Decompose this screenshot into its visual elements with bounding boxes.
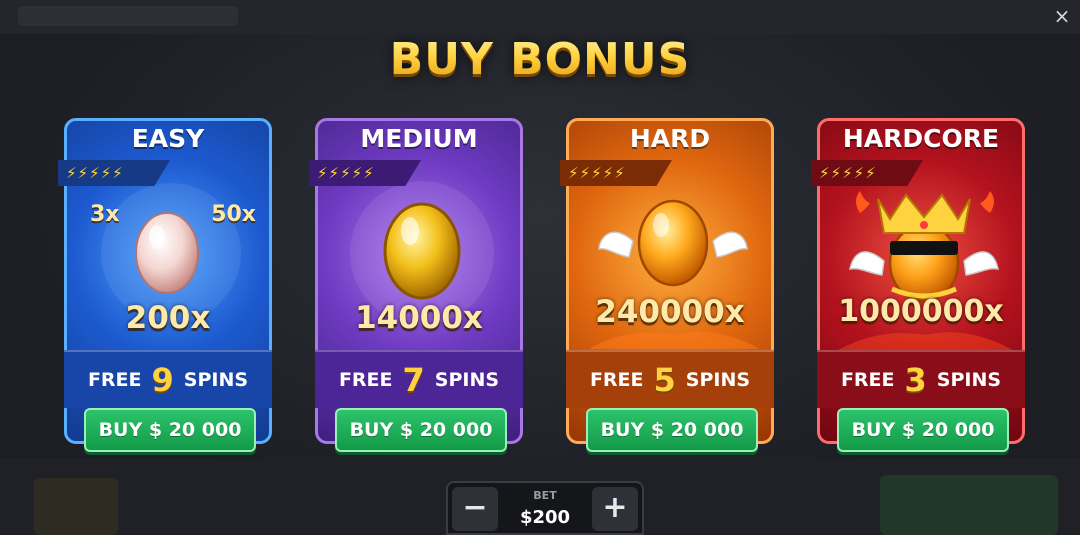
free-label: FREE bbox=[589, 369, 644, 391]
max-multiplier: 240000x bbox=[595, 294, 745, 330]
difficulty-bolts-icon: ⚡⚡⚡⚡⚡ bbox=[811, 160, 923, 186]
spins-count: 7 bbox=[402, 361, 425, 399]
spins-label: SPINS bbox=[936, 369, 1002, 391]
free-label: FREE bbox=[840, 369, 895, 391]
increase-bet-button[interactable]: + bbox=[592, 487, 638, 531]
free-spins-row: FREE 7 SPINS bbox=[315, 350, 523, 408]
close-icon[interactable]: × bbox=[1052, 4, 1072, 28]
buy-hard-button[interactable]: BUY $ 20 000 bbox=[586, 408, 758, 452]
buy-hardcore-button[interactable]: BUY $ 20 000 bbox=[837, 408, 1009, 452]
bonus-card-hardcore: HARDCORE ⚡⚡⚡⚡⚡ 1000000x FREE 3 SPINS BUY… bbox=[811, 118, 1025, 452]
difficulty-bolts-icon: ⚡⚡⚡⚡⚡ bbox=[309, 160, 421, 186]
difficulty-bolts-icon: ⚡⚡⚡⚡⚡ bbox=[560, 160, 672, 186]
background-coin-panel bbox=[34, 478, 118, 535]
spins-label: SPINS bbox=[183, 369, 249, 391]
max-multiplier: 1000000x bbox=[838, 294, 1004, 329]
max-multiplier: 200x bbox=[125, 300, 211, 336]
free-label: FREE bbox=[87, 369, 142, 391]
spins-label: SPINS bbox=[434, 369, 500, 391]
card-title: HARD bbox=[629, 124, 711, 153]
free-spins-row: FREE 3 SPINS bbox=[817, 350, 1025, 408]
free-spins-row: FREE 9 SPINS bbox=[64, 350, 272, 408]
difficulty-bolts-icon: ⚡⚡⚡⚡⚡ bbox=[58, 160, 170, 186]
page-title: BUY BONUS bbox=[0, 34, 1080, 85]
background-logo bbox=[18, 6, 238, 26]
buy-medium-button[interactable]: BUY $ 20 000 bbox=[335, 408, 507, 452]
bonus-card-easy: EASY ⚡⚡⚡⚡⚡ 3x 50x 200x FREE 9 SPINS BUY … bbox=[58, 118, 272, 452]
free-spins-row: FREE 5 SPINS bbox=[566, 350, 774, 408]
bet-control: − BET $200 + bbox=[446, 481, 644, 535]
card-title: EASY bbox=[131, 124, 205, 153]
card-title: MEDIUM bbox=[360, 124, 478, 153]
spins-count: 3 bbox=[904, 361, 927, 399]
spins-count: 5 bbox=[653, 361, 676, 399]
bonus-card-hard: HARD ⚡⚡⚡⚡⚡ 240000x FREE 5 SPINS BUY $ 20… bbox=[560, 118, 774, 452]
min-multiplier: 3x bbox=[90, 202, 120, 227]
background-spin-button bbox=[880, 475, 1058, 535]
spins-count: 9 bbox=[151, 361, 174, 399]
free-label: FREE bbox=[338, 369, 393, 391]
max-multiplier: 14000x bbox=[355, 300, 483, 336]
buy-easy-button[interactable]: BUY $ 20 000 bbox=[84, 408, 256, 452]
mid-multiplier: 50x bbox=[211, 202, 256, 227]
card-title: HARDCORE bbox=[842, 124, 1000, 153]
spins-label: SPINS bbox=[685, 369, 751, 391]
bonus-card-medium: MEDIUM ⚡⚡⚡⚡⚡ 14000x FREE 7 SPINS BUY $ 2… bbox=[309, 118, 523, 452]
